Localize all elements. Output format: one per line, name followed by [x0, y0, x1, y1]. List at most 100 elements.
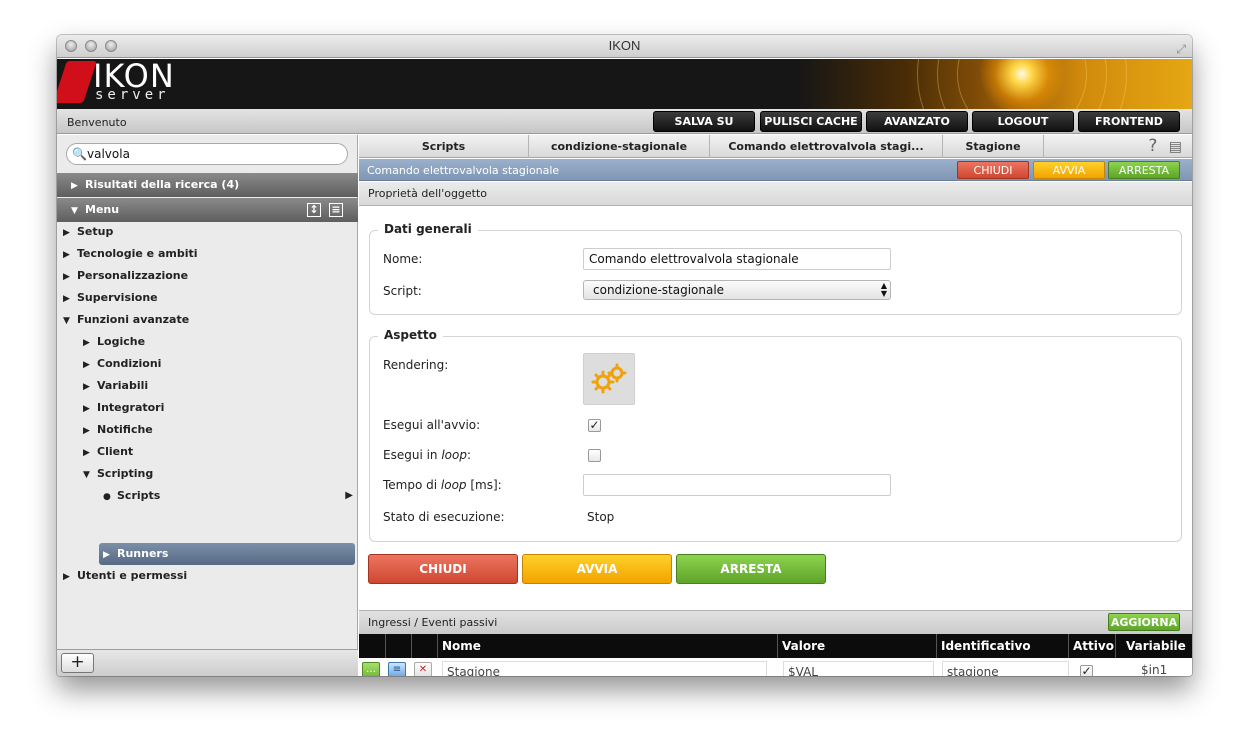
menu-item-utenti[interactable]: ▶ Utenti e permessi: [63, 565, 187, 587]
menu-item-personalizzazione[interactable]: ▶ Personalizzazione: [63, 265, 188, 287]
top-toolbar: Benvenuto SALVA SU FLASH PULISCI CACHE A…: [57, 109, 1192, 147]
collapse-all-icon[interactable]: ≡: [329, 203, 343, 217]
chevron-right-icon: ▶: [345, 490, 353, 501]
checkmark-icon: ✓: [589, 418, 600, 432]
column-variable[interactable]: Variabile: [1116, 634, 1192, 658]
menu-item-scripts[interactable]: ● Scripts ▶: [103, 485, 353, 507]
search-results-header[interactable]: ▶ Risultati della ricerca (4): [57, 173, 358, 197]
menu-item-runners[interactable]: ▶ Runners: [99, 543, 355, 565]
general-data-legend: Dati generali: [378, 222, 478, 236]
menu-item-supervisione[interactable]: ▶ Supervisione: [63, 287, 158, 309]
menu-item-setup[interactable]: ▶ Setup: [63, 221, 113, 243]
chevron-right-icon: ▶: [83, 404, 90, 414]
close-window-button[interactable]: [65, 40, 77, 52]
loop-time-label: Tempo di loop [ms]:: [383, 478, 502, 492]
inputs-table-header: Nome Valore Identificativo Attivo Variab…: [359, 634, 1192, 658]
zoom-window-button[interactable]: [105, 40, 117, 52]
start-button[interactable]: AVVIA: [522, 554, 672, 584]
chevron-right-icon: ▶: [103, 550, 110, 560]
column-value[interactable]: Valore: [778, 634, 937, 658]
row-identifier[interactable]: stagione: [942, 661, 1069, 676]
title-bar: IKON ⤢: [57, 35, 1192, 58]
advanced-button[interactable]: AVANZATO: [866, 111, 968, 132]
name-label: Nome:: [383, 252, 423, 266]
list-search-icon[interactable]: ▤: [1169, 139, 1182, 155]
checkmark-icon: ✓: [1081, 664, 1092, 676]
more-icon[interactable]: …: [362, 662, 380, 676]
menu-item-tecnologie[interactable]: ▶ Tecnologie e ambiti: [63, 243, 198, 265]
run-in-loop-checkbox[interactable]: [588, 449, 601, 462]
delete-icon[interactable]: ✕: [414, 662, 432, 676]
menu-item-funzioni-avanzate[interactable]: ▼ Funzioni avanzate: [63, 309, 189, 331]
app-window: IKON ⤢ IKON server Benvenuto SALVA SU FL…: [57, 35, 1192, 676]
chevron-right-icon: ▶: [63, 294, 70, 304]
name-field[interactable]: Comando elettrovalvola stagionale: [583, 248, 891, 270]
script-label: Script:: [383, 284, 422, 298]
close-button-small[interactable]: CHIUDI: [957, 161, 1029, 179]
clear-cache-button[interactable]: PULISCI CACHE: [760, 111, 862, 132]
row-name[interactable]: Stagione: [442, 661, 767, 676]
menu-item-variabili[interactable]: ▶ Variabili: [83, 375, 148, 397]
fullscreen-icon[interactable]: ⤢: [1176, 38, 1186, 60]
chevron-down-icon: ▼: [83, 470, 90, 480]
start-button-small[interactable]: AVVIA: [1033, 161, 1105, 179]
column-active[interactable]: Attivo: [1069, 634, 1116, 658]
menu-item-notifiche[interactable]: ▶ Notifiche: [83, 419, 153, 441]
table-row: … ≡ ✕ Stagione $VAL stagione ✓ $in1: [359, 658, 1192, 676]
menu-item-condizioni[interactable]: ▶ Condizioni: [83, 353, 161, 375]
column-name[interactable]: Nome: [438, 634, 778, 658]
logout-button[interactable]: LOGOUT: [972, 111, 1074, 132]
chevron-right-icon: ▶: [83, 338, 90, 348]
select-arrows-icon: ▲ ▼: [880, 281, 887, 298]
menu-item-scripting[interactable]: ▼ Scripting: [83, 463, 153, 485]
tab-stagione[interactable]: Stagione: [943, 135, 1044, 158]
chevron-right-icon: ▶: [83, 360, 90, 370]
expand-all-icon[interactable]: ↕: [307, 203, 321, 217]
search-icon: 🔍: [72, 147, 87, 161]
row-active-checkbox[interactable]: ✓: [1080, 665, 1093, 676]
inputs-title: Ingressi / Eventi passivi: [368, 616, 498, 629]
chevron-down-icon: ▼: [63, 316, 70, 326]
row-variable: $in1: [1141, 663, 1168, 676]
add-button[interactable]: +: [61, 653, 94, 673]
help-icon[interactable]: ?: [1148, 136, 1157, 156]
general-data-fieldset: Dati generali Nome: Comando elettrovalvo…: [369, 222, 1182, 315]
menu-item-logiche[interactable]: ▶ Logiche: [83, 331, 145, 353]
run-on-start-label: Esegui all'avvio:: [383, 418, 481, 432]
minimize-window-button[interactable]: [85, 40, 97, 52]
sidebar: 🔍 valvola ▶ Risultati della ricerca (4) ▼…: [57, 135, 358, 676]
search-results-label: Risultati della ricerca (4): [85, 178, 240, 191]
chevron-down-icon: ▼: [71, 206, 78, 216]
rendering-label: Rendering:: [383, 358, 449, 372]
save-flash-button[interactable]: SALVA SU FLASH: [653, 111, 755, 147]
script-select-value: condizione-stagionale: [593, 283, 725, 297]
column-identifier[interactable]: Identificativo: [937, 634, 1069, 658]
tab-scripts[interactable]: Scripts: [359, 135, 529, 158]
menu-item-integratori[interactable]: ▶ Integratori: [83, 397, 164, 419]
stop-button-small[interactable]: ARRESTA: [1108, 161, 1180, 179]
search-input[interactable]: 🔍 valvola: [66, 143, 348, 165]
script-select[interactable]: condizione-stagionale ▲ ▼: [583, 280, 891, 300]
row-value[interactable]: $VAL: [783, 661, 934, 676]
frontend-button[interactable]: FRONTEND: [1078, 111, 1180, 132]
tab-tools: ? ▤: [1148, 136, 1182, 157]
menu-item-client[interactable]: ▶ Client: [83, 441, 133, 463]
run-on-start-checkbox[interactable]: ✓: [588, 419, 601, 432]
object-bar: Comando elettrovalvola stagionale CHIUDI…: [359, 159, 1192, 181]
stop-button[interactable]: ARRESTA: [676, 554, 826, 584]
chevron-right-icon: ▶: [71, 181, 78, 191]
execution-status-label: Stato di esecuzione:: [383, 510, 505, 524]
chevron-right-icon: ▶: [63, 250, 70, 260]
rendering-preview[interactable]: [583, 353, 635, 405]
sidebar-footer: +: [57, 649, 358, 676]
chevron-right-icon: ▶: [63, 272, 70, 282]
loop-time-field[interactable]: [583, 474, 891, 496]
close-button[interactable]: CHIUDI: [368, 554, 518, 584]
aspect-legend: Aspetto: [378, 328, 443, 342]
refresh-button[interactable]: AGGIORNA: [1108, 613, 1180, 631]
tab-condizione-stagionale[interactable]: condizione-stagionale: [529, 135, 710, 158]
edit-icon[interactable]: ≡: [388, 662, 406, 676]
bullet-icon: ●: [103, 492, 111, 502]
tab-comando-elettrovalvola[interactable]: Comando elettrovalvola stagi...: [710, 135, 943, 158]
menu-header[interactable]: ▼ Menu ↕ ≡: [57, 198, 358, 222]
